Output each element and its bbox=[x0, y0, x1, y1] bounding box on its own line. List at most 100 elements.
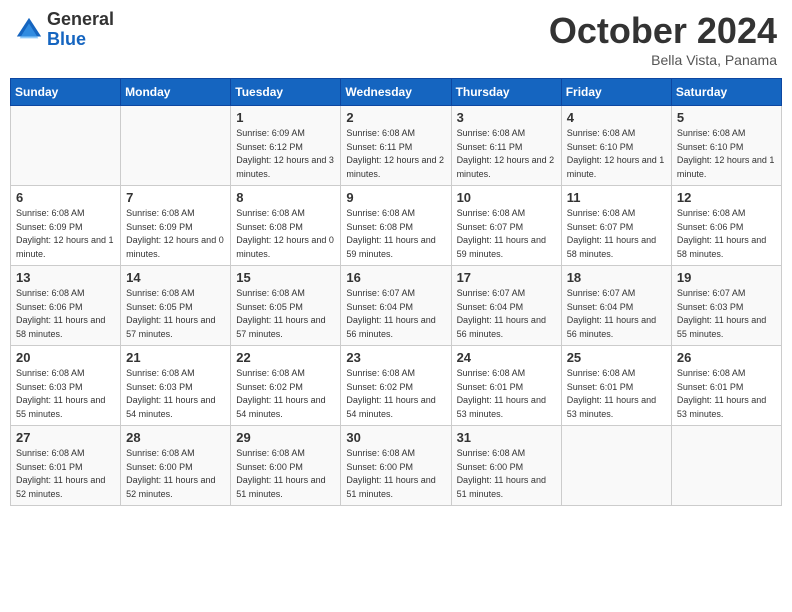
calendar-cell: 1 Sunrise: 6:09 AM Sunset: 6:12 PM Daylig… bbox=[231, 106, 341, 186]
day-info: Sunrise: 6:08 AM Sunset: 6:07 PM Dayligh… bbox=[567, 207, 666, 261]
day-number: 1 bbox=[236, 110, 335, 125]
day-info: Sunrise: 6:08 AM Sunset: 6:07 PM Dayligh… bbox=[457, 207, 556, 261]
day-info: Sunrise: 6:08 AM Sunset: 6:10 PM Dayligh… bbox=[677, 127, 776, 181]
calendar-cell: 31 Sunrise: 6:08 AM Sunset: 6:00 PM Dayli… bbox=[451, 426, 561, 506]
day-info: Sunrise: 6:08 AM Sunset: 6:00 PM Dayligh… bbox=[236, 447, 335, 501]
day-info: Sunrise: 6:08 AM Sunset: 6:06 PM Dayligh… bbox=[677, 207, 776, 261]
day-number: 6 bbox=[16, 190, 115, 205]
day-info: Sunrise: 6:08 AM Sunset: 6:09 PM Dayligh… bbox=[126, 207, 225, 261]
calendar-cell: 21Sunrise: 6:08 AM Sunset: 6:03 PM Dayli… bbox=[121, 346, 231, 426]
day-info: Sunrise: 6:08 AM Sunset: 6:08 PM Dayligh… bbox=[236, 207, 335, 261]
calendar-cell bbox=[11, 106, 121, 186]
calendar-cell: 30Sunrise: 6:08 AM Sunset: 6:00 PM Dayli… bbox=[341, 426, 451, 506]
day-number: 19 bbox=[677, 270, 776, 285]
day-info: Sunrise: 6:08 AM Sunset: 6:01 PM Dayligh… bbox=[457, 367, 556, 421]
day-number: 27 bbox=[16, 430, 115, 445]
day-number: 10 bbox=[457, 190, 556, 205]
day-info: Sunrise: 6:08 AM Sunset: 6:11 PM Dayligh… bbox=[457, 127, 556, 181]
day-info: Sunrise: 6:08 AM Sunset: 6:01 PM Dayligh… bbox=[677, 367, 776, 421]
day-info: Sunrise: 6:07 AM Sunset: 6:04 PM Dayligh… bbox=[457, 287, 556, 341]
logo: General Blue bbox=[15, 10, 114, 50]
day-number: 22 bbox=[236, 350, 335, 365]
day-number: 20 bbox=[16, 350, 115, 365]
day-number: 29 bbox=[236, 430, 335, 445]
day-number: 30 bbox=[346, 430, 445, 445]
day-number: 31 bbox=[457, 430, 556, 445]
calendar-cell: 29 Sunrise: 6:08 AM Sunset: 6:00 PM Dayli… bbox=[231, 426, 341, 506]
calendar-cell bbox=[671, 426, 781, 506]
calendar-cell: 9 Sunrise: 6:08 AM Sunset: 6:08 PM Daylig… bbox=[341, 186, 451, 266]
day-header: Thursday bbox=[451, 79, 561, 106]
day-number: 2 bbox=[346, 110, 445, 125]
calendar-cell: 28Sunrise: 6:08 AM Sunset: 6:00 PM Dayli… bbox=[121, 426, 231, 506]
day-info: Sunrise: 6:08 AM Sunset: 6:02 PM Dayligh… bbox=[236, 367, 335, 421]
day-header: Friday bbox=[561, 79, 671, 106]
calendar-week-row: 6 Sunrise: 6:08 AM Sunset: 6:09 PM Daylig… bbox=[11, 186, 782, 266]
day-info: Sunrise: 6:08 AM Sunset: 6:02 PM Dayligh… bbox=[346, 367, 445, 421]
day-info: Sunrise: 6:08 AM Sunset: 6:09 PM Dayligh… bbox=[16, 207, 115, 261]
logo-blue: Blue bbox=[47, 29, 86, 49]
day-number: 16 bbox=[346, 270, 445, 285]
day-number: 4 bbox=[567, 110, 666, 125]
day-info: Sunrise: 6:08 AM Sunset: 6:06 PM Dayligh… bbox=[16, 287, 115, 341]
day-number: 21 bbox=[126, 350, 225, 365]
calendar-week-row: 1 Sunrise: 6:09 AM Sunset: 6:12 PM Daylig… bbox=[11, 106, 782, 186]
calendar-cell: 18 Sunrise: 6:07 AM Sunset: 6:04 PM Dayli… bbox=[561, 266, 671, 346]
calendar-cell: 6 Sunrise: 6:08 AM Sunset: 6:09 PM Daylig… bbox=[11, 186, 121, 266]
day-number: 18 bbox=[567, 270, 666, 285]
calendar-cell: 3 Sunrise: 6:08 AM Sunset: 6:11 PM Daylig… bbox=[451, 106, 561, 186]
day-info: Sunrise: 6:08 AM Sunset: 6:08 PM Dayligh… bbox=[346, 207, 445, 261]
calendar-cell: 14Sunrise: 6:08 AM Sunset: 6:05 PM Dayli… bbox=[121, 266, 231, 346]
calendar-cell: 5 Sunrise: 6:08 AM Sunset: 6:10 PM Daylig… bbox=[671, 106, 781, 186]
day-info: Sunrise: 6:07 AM Sunset: 6:04 PM Dayligh… bbox=[567, 287, 666, 341]
day-number: 23 bbox=[346, 350, 445, 365]
calendar-cell bbox=[121, 106, 231, 186]
title-block: October 2024 Bella Vista, Panama bbox=[549, 10, 777, 68]
day-info: Sunrise: 6:08 AM Sunset: 6:01 PM Dayligh… bbox=[16, 447, 115, 501]
calendar-cell: 23 Sunrise: 6:08 AM Sunset: 6:02 PM Dayli… bbox=[341, 346, 451, 426]
logo-icon bbox=[15, 16, 43, 44]
day-number: 9 bbox=[346, 190, 445, 205]
day-header: Saturday bbox=[671, 79, 781, 106]
calendar-cell: 15Sunrise: 6:08 AM Sunset: 6:05 PM Dayli… bbox=[231, 266, 341, 346]
calendar-body: 1 Sunrise: 6:09 AM Sunset: 6:12 PM Daylig… bbox=[11, 106, 782, 506]
page-header: General Blue October 2024 Bella Vista, P… bbox=[10, 10, 782, 68]
calendar-cell: 24 Sunrise: 6:08 AM Sunset: 6:01 PM Dayli… bbox=[451, 346, 561, 426]
calendar-cell: 17 Sunrise: 6:07 AM Sunset: 6:04 PM Dayli… bbox=[451, 266, 561, 346]
day-header: Sunday bbox=[11, 79, 121, 106]
day-info: Sunrise: 6:08 AM Sunset: 6:00 PM Dayligh… bbox=[457, 447, 556, 501]
location: Bella Vista, Panama bbox=[549, 52, 777, 68]
calendar-cell bbox=[561, 426, 671, 506]
calendar-cell: 27 Sunrise: 6:08 AM Sunset: 6:01 PM Dayli… bbox=[11, 426, 121, 506]
calendar-cell: 7 Sunrise: 6:08 AM Sunset: 6:09 PM Daylig… bbox=[121, 186, 231, 266]
calendar-week-row: 20Sunrise: 6:08 AM Sunset: 6:03 PM Dayli… bbox=[11, 346, 782, 426]
calendar-cell: 25 Sunrise: 6:08 AM Sunset: 6:01 PM Dayli… bbox=[561, 346, 671, 426]
day-number: 12 bbox=[677, 190, 776, 205]
calendar-cell: 19 Sunrise: 6:07 AM Sunset: 6:03 PM Dayli… bbox=[671, 266, 781, 346]
day-number: 24 bbox=[457, 350, 556, 365]
day-number: 5 bbox=[677, 110, 776, 125]
day-info: Sunrise: 6:08 AM Sunset: 6:01 PM Dayligh… bbox=[567, 367, 666, 421]
day-info: Sunrise: 6:07 AM Sunset: 6:03 PM Dayligh… bbox=[677, 287, 776, 341]
calendar-week-row: 13Sunrise: 6:08 AM Sunset: 6:06 PM Dayli… bbox=[11, 266, 782, 346]
day-header: Monday bbox=[121, 79, 231, 106]
calendar-week-row: 27 Sunrise: 6:08 AM Sunset: 6:01 PM Dayli… bbox=[11, 426, 782, 506]
day-number: 26 bbox=[677, 350, 776, 365]
day-number: 28 bbox=[126, 430, 225, 445]
calendar-cell: 22 Sunrise: 6:08 AM Sunset: 6:02 PM Dayli… bbox=[231, 346, 341, 426]
calendar-cell: 8Sunrise: 6:08 AM Sunset: 6:08 PM Daylig… bbox=[231, 186, 341, 266]
calendar-table: SundayMondayTuesdayWednesdayThursdayFrid… bbox=[10, 78, 782, 506]
calendar-cell: 12 Sunrise: 6:08 AM Sunset: 6:06 PM Dayli… bbox=[671, 186, 781, 266]
calendar-cell: 4Sunrise: 6:08 AM Sunset: 6:10 PM Daylig… bbox=[561, 106, 671, 186]
day-number: 25 bbox=[567, 350, 666, 365]
calendar-cell: 20Sunrise: 6:08 AM Sunset: 6:03 PM Dayli… bbox=[11, 346, 121, 426]
calendar-cell: 2Sunrise: 6:08 AM Sunset: 6:11 PM Daylig… bbox=[341, 106, 451, 186]
day-number: 15 bbox=[236, 270, 335, 285]
month-title: October 2024 bbox=[549, 10, 777, 52]
day-number: 17 bbox=[457, 270, 556, 285]
day-header: Tuesday bbox=[231, 79, 341, 106]
day-info: Sunrise: 6:09 AM Sunset: 6:12 PM Dayligh… bbox=[236, 127, 335, 181]
calendar-header-row: SundayMondayTuesdayWednesdayThursdayFrid… bbox=[11, 79, 782, 106]
day-number: 7 bbox=[126, 190, 225, 205]
day-number: 3 bbox=[457, 110, 556, 125]
